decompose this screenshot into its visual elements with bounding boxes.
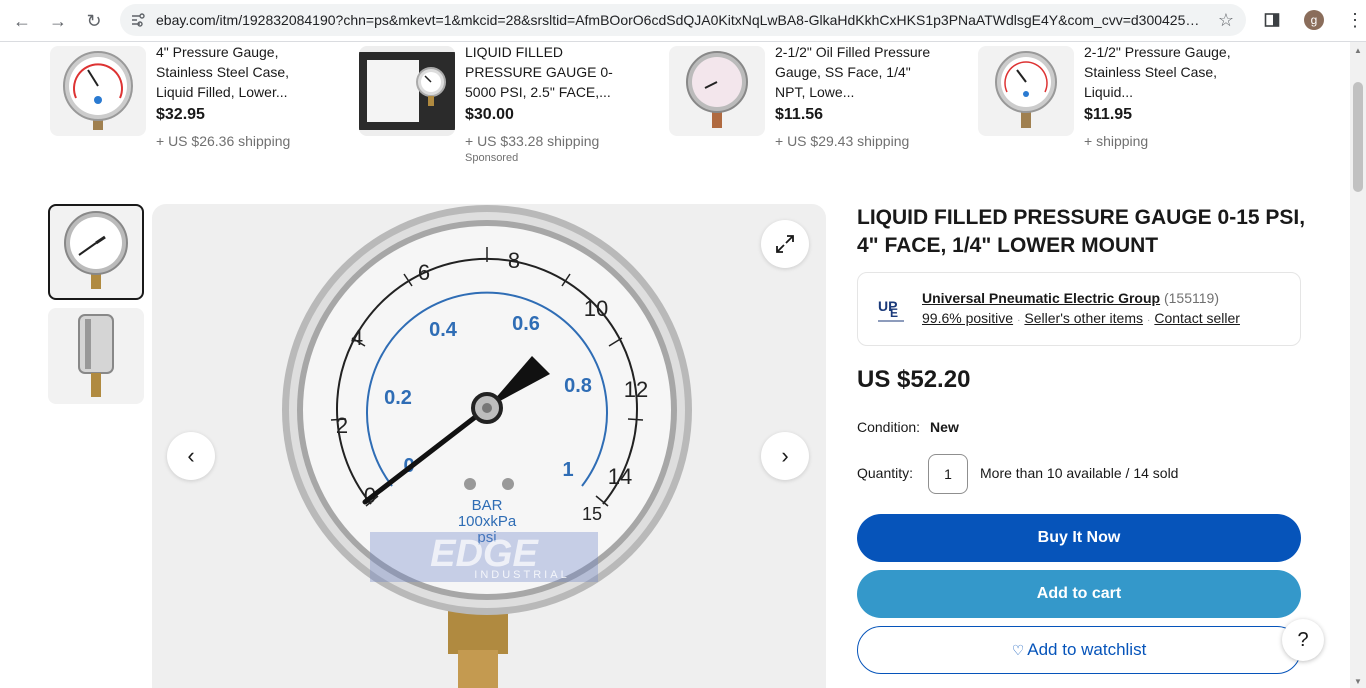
product-title: LIQUID FILLED PRESSURE GAUGE 0-15 PSI, 4… [857, 206, 1306, 257]
heart-icon: ♡ [1011, 641, 1025, 658]
similar-item-shipping: + US $26.36 shipping [156, 133, 291, 149]
condition-row: Condition: New [857, 419, 959, 435]
similar-item-price: $32.95 [156, 106, 205, 123]
similar-item-image[interactable] [50, 46, 146, 136]
seller-other-items-link[interactable]: Seller's other items [1024, 310, 1143, 326]
page-scrollbar[interactable]: ▲ ▼ [1350, 42, 1366, 688]
quantity-label: Quantity: [857, 465, 914, 481]
similar-item-image[interactable] [359, 46, 455, 136]
similar-item-price: $11.95 [1084, 106, 1133, 123]
condition-label: Condition: [857, 419, 921, 435]
similar-item-image[interactable] [978, 46, 1074, 136]
similar-items-row: 4" Pressure Gauge, Stainless Steel Case,… [50, 42, 1340, 170]
seller-logo-icon[interactable]: UP E [876, 295, 906, 325]
separator-dot: · [1147, 315, 1151, 326]
bookmark-star-icon[interactable]: ☆ [1218, 10, 1234, 31]
seller-feedback-count: (155119) [1163, 290, 1219, 306]
seller-positive-link[interactable]: 99.6% positive [922, 310, 1013, 326]
reload-icon[interactable]: ↻ [76, 3, 112, 39]
similar-item-card[interactable]: 4" Pressure Gauge, Stainless Steel Case,… [50, 42, 350, 170]
sponsored-label: Sponsored [465, 152, 519, 164]
similar-item-title[interactable]: LIQUID FILLED PRESSURE GAUGE 0-5000 PSI,… [465, 42, 625, 102]
similar-item-price: $30.00 [465, 106, 514, 123]
add-to-cart-button[interactable]: Add to cart [857, 570, 1301, 618]
contact-seller-link[interactable]: Contact seller [1154, 310, 1240, 326]
bar-label-0-8: 0.8 [564, 375, 592, 397]
psi-label-10: 10 [584, 296, 608, 321]
similar-item-title[interactable]: 4" Pressure Gauge, Stainless Steel Case,… [156, 42, 316, 102]
help-button[interactable]: ? [1282, 619, 1324, 661]
psi-label-2: 2 [336, 413, 348, 438]
scroll-down-icon[interactable]: ▼ [1354, 677, 1362, 686]
previous-image-button[interactable]: ‹ [167, 432, 215, 480]
gallery-thumbnail[interactable] [48, 308, 144, 404]
separator-dot: · [1017, 315, 1021, 326]
psi-label-14: 14 [608, 464, 632, 489]
main-product-image[interactable]: 0 2 4 6 8 10 12 14 15 0 0.2 0.4 0.6 0.8 … [152, 204, 826, 688]
chevron-right-icon: › [781, 443, 789, 468]
url-text[interactable]: ebay.com/itm/192832084190?chn=ps&mkevt=1… [156, 12, 1204, 28]
similar-item-card[interactable]: 2-1/2" Pressure Gauge, Stainless Steel C… [978, 42, 1278, 170]
similar-item-shipping: + US $33.28 shipping [465, 133, 600, 149]
similar-item-card[interactable]: LIQUID FILLED PRESSURE GAUGE 0-5000 PSI,… [359, 42, 659, 170]
similar-item-image[interactable] [669, 46, 765, 136]
buy-it-now-button[interactable]: Buy It Now [857, 514, 1301, 562]
availability-text: More than 10 available / 14 sold [980, 465, 1179, 481]
psi-label-15: 15 [582, 504, 602, 524]
psi-label-4: 4 [351, 325, 363, 350]
watchlist-label: Add to watchlist [1027, 640, 1147, 659]
profile-avatar[interactable]: g [1304, 10, 1324, 30]
similar-item-title[interactable]: 2-1/2" Pressure Gauge, Stainless Steel C… [1084, 42, 1244, 102]
similar-item-card[interactable]: 2-1/2" Oil Filled Pressure Gauge, SS Fac… [669, 42, 969, 170]
psi-label-8: 8 [508, 248, 520, 273]
quantity-input[interactable]: 1 [928, 454, 968, 494]
chevron-left-icon: ‹ [187, 443, 195, 468]
seller-card: UP E Universal Pneumatic Electric Group … [857, 272, 1301, 346]
bar-label-1: 1 [562, 459, 573, 481]
side-panel-icon[interactable] [1258, 6, 1286, 34]
psi-label-6: 6 [418, 260, 430, 285]
unit-bar-label: BAR [472, 497, 503, 514]
watermark-subtext: INDUSTRIAL [474, 569, 569, 581]
condition-value: New [930, 419, 959, 435]
address-bar[interactable]: ebay.com/itm/192832084190?chn=ps&mkevt=1… [120, 4, 1246, 36]
product-price: US $52.20 [857, 366, 971, 393]
scroll-up-icon[interactable]: ▲ [1354, 46, 1362, 55]
similar-item-shipping: + shipping [1084, 133, 1149, 149]
similar-item-shipping: + US $29.43 shipping [775, 133, 910, 149]
scroll-thumb[interactable] [1353, 82, 1363, 192]
similar-item-title[interactable]: 2-1/2" Oil Filled Pressure Gauge, SS Fac… [775, 42, 935, 102]
bar-label-0-2: 0.2 [384, 387, 412, 409]
back-icon[interactable]: ← [4, 3, 40, 39]
bar-label-0-4: 0.4 [429, 319, 458, 341]
svg-text:E: E [890, 306, 898, 320]
browser-toolbar: ← → ↻ ebay.com/itm/192832084190?chn=ps&m… [0, 0, 1366, 42]
seller-name-link[interactable]: Universal Pneumatic Electric Group [922, 290, 1160, 306]
fullscreen-icon[interactable] [761, 220, 809, 268]
site-info-icon[interactable] [120, 12, 156, 28]
add-to-watchlist-button[interactable]: ♡ Add to watchlist [857, 626, 1301, 674]
next-image-button[interactable]: › [761, 432, 809, 480]
psi-label-12: 12 [624, 377, 648, 402]
gallery-thumbnail[interactable] [48, 204, 144, 300]
unit-kpa-label: 100xkPa [458, 513, 517, 530]
similar-item-price: $11.56 [775, 106, 824, 123]
forward-icon[interactable]: → [40, 3, 76, 39]
bar-label-0-6: 0.6 [512, 313, 540, 335]
menu-kebab-icon[interactable]: ⋮ [1346, 10, 1364, 31]
